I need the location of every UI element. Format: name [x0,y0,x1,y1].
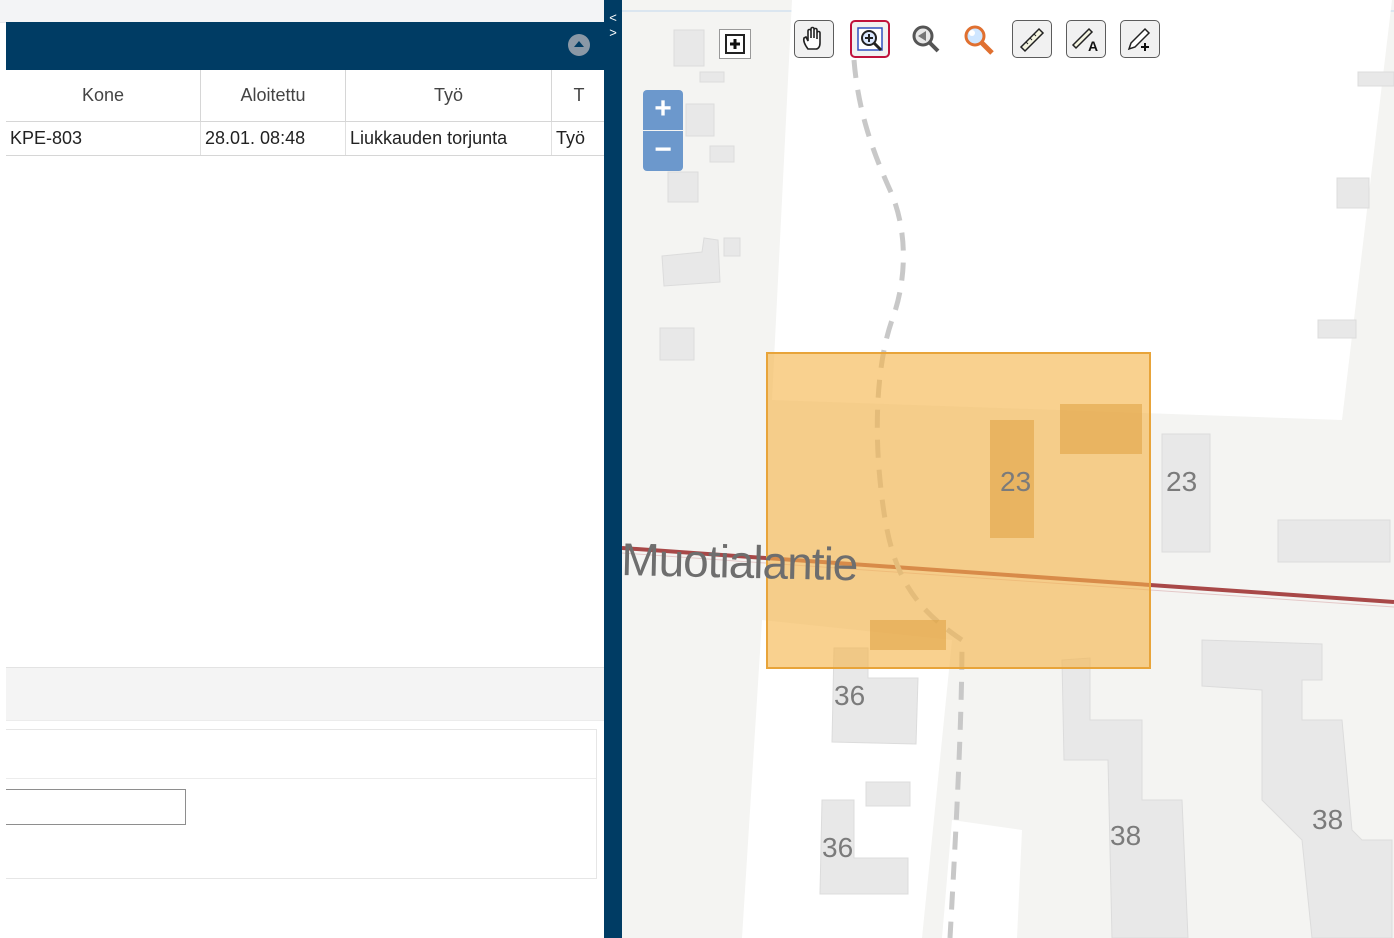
zoom-previous-icon [912,25,940,53]
collapse-up-icon[interactable] [568,34,590,56]
building [667,171,699,203]
panel-top-strip [0,0,606,23]
measure-area-icon: A [1071,27,1098,53]
building [723,237,741,257]
measure-line-icon [1019,27,1045,53]
column-header-t[interactable]: T [552,70,606,121]
house-number: 23 [1166,466,1198,497]
building [661,237,721,287]
collapse-left-arrow[interactable]: < [604,10,622,25]
table-row[interactable]: KPE-803 28.01. 08:48 Liukkauden torjunta… [6,122,606,156]
house-number: 38 [1312,804,1344,835]
building [659,327,695,361]
text-input[interactable] [6,789,186,825]
zoom-box-tool-button[interactable] [850,20,890,58]
house-number: 38 [1110,820,1142,851]
building [1336,177,1370,209]
highlighted-area [766,352,1151,669]
building [1061,657,1189,938]
cell-tyo: Liukkauden torjunta [346,122,552,155]
cell-kone: KPE-803 [6,122,201,155]
pan-hand-icon [802,26,821,50]
query-tool-button[interactable] [958,20,998,58]
building [709,145,735,163]
house-number: 23 [1000,466,1032,497]
splitter-toggle-icon[interactable]: < > [604,10,622,40]
house-number: 36 [834,680,866,711]
column-header-aloitettu[interactable]: Aloitettu [201,70,346,121]
building [1317,319,1357,339]
building [865,781,911,807]
map-view[interactable]: 23 23 36 36 38 38 Muotialantie + − A [622,0,1394,938]
building [1357,71,1394,87]
building [699,71,725,83]
zoom-box-icon [857,27,883,52]
grid-header: Kone Aloitettu Työ T [6,70,606,122]
column-header-kone[interactable]: Kone [6,70,201,121]
draw-icon [1127,27,1151,51]
building [673,29,705,67]
query-icon [964,25,994,55]
building [870,620,946,650]
house-number: 36 [822,832,854,863]
panel-splitter[interactable]: < > [604,0,622,938]
draw-tool-button[interactable] [1120,20,1160,58]
column-header-tyo[interactable]: Työ [346,70,552,121]
pan-tool-button[interactable] [794,20,834,58]
zoom-previous-tool-button[interactable] [904,20,944,58]
form-toolbar [6,667,606,721]
work-grid-panel: Kone Aloitettu Työ T KPE-803 28.01. 08:4… [0,0,606,938]
street-name-label: Muotialantie [622,532,858,591]
cell-aloitettu: 28.01. 08:48 [201,122,346,155]
building [685,103,715,137]
panel-header [6,22,606,70]
measure-area-tool-button[interactable]: A [1066,20,1106,58]
cell-t: Työ [556,128,586,148]
layer-add-icon [725,34,745,54]
svg-text:A: A [1088,38,1098,53]
building [1201,639,1393,938]
zoom-out-button[interactable]: − [643,131,683,171]
measure-line-tool-button[interactable] [1012,20,1052,58]
expand-right-arrow[interactable]: > [604,25,622,40]
building [1060,404,1142,454]
building [1277,519,1391,563]
zoom-in-button[interactable]: + [643,90,683,130]
layer-add-button[interactable] [719,29,751,59]
form-divider [6,778,596,779]
